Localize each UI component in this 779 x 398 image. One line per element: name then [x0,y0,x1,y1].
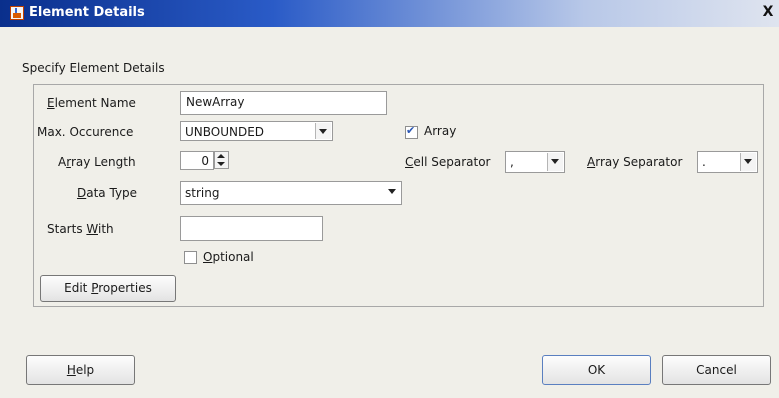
array-separator-label: Array Separator [587,155,683,169]
chevron-down-icon[interactable] [547,153,563,171]
edit-properties-label: Edit Properties [64,281,152,295]
close-icon[interactable]: X [760,4,776,20]
optional-checkbox[interactable] [184,251,197,264]
array-label: Array [424,124,457,138]
max-occurence-select[interactable]: UNBOUNDED [180,121,333,141]
spinner-down-icon[interactable] [217,162,225,166]
window-title: Element Details [29,5,145,20]
optional-label-rest: ptional [212,250,254,264]
cancel-label: Cancel [696,363,737,377]
data-type-value: string [185,186,220,200]
ok-label: OK [587,363,606,377]
cell-separator-value: , [510,155,514,169]
cancel-button[interactable]: Cancel [662,355,771,385]
max-occurence-label: Max. Occurence [37,125,134,139]
cell-separator-select[interactable]: , [505,151,565,173]
starts-with-field[interactable] [180,216,323,241]
ok-button[interactable]: OK [542,355,651,385]
max-occurence-value: UNBOUNDED [185,125,265,139]
data-type-label-rest: ata Type [86,186,138,200]
array-checkbox[interactable] [405,124,418,139]
cell-separator-label: Cell Separator [405,155,491,169]
array-length-label: Array Length [58,155,136,169]
starts-with-label: Starts With [47,222,114,236]
array-separator-value: . [702,155,706,169]
spinner-up-icon[interactable] [217,154,225,158]
title-bar[interactable]: Element Details X [0,0,779,27]
data-type-select[interactable]: string [180,181,402,205]
array-length-input[interactable]: 0 [180,151,214,170]
optional-label: Optional [203,250,254,264]
array-separator-label-rest: rray Separator [595,155,683,169]
chevron-down-icon[interactable] [315,123,331,139]
spinner-arrows-icon[interactable] [214,151,229,169]
help-button[interactable]: Help [26,355,135,385]
element-details-dialog: Element Details X Specify Element Detail… [0,0,779,398]
starts-with-label-rest: ith [98,222,114,236]
java-cup-icon [10,6,24,20]
element-name-label: Element Name [47,96,136,110]
help-label: Help [66,363,95,377]
edit-properties-button[interactable]: Edit Properties [40,275,176,302]
array-length-label-rest: ray Length [70,155,136,169]
element-name-label-rest: lement Name [54,96,136,110]
chevron-down-icon[interactable] [385,183,400,203]
data-type-label: Data Type [77,186,138,200]
element-name-field[interactable]: NewArray [180,91,387,115]
array-separator-select[interactable]: . [697,151,758,173]
chevron-down-icon[interactable] [740,153,756,171]
section-title: Specify Element Details [22,61,165,75]
cell-separator-label-rest: ell Separator [413,155,491,169]
